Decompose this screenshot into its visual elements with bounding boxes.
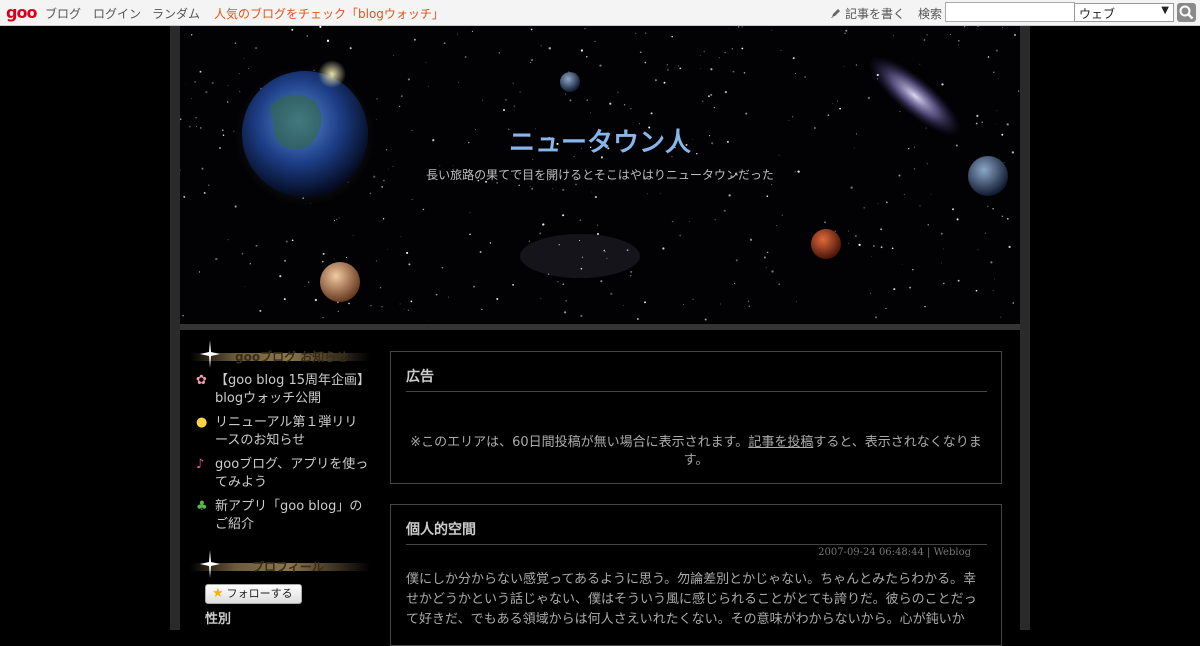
ad-text: ※このエリアは、60日間投稿が無い場合に表示されます。 — [410, 435, 749, 450]
nav-link-blog[interactable]: ブログ — [45, 5, 81, 22]
goo-logo[interactable]: goo — [6, 3, 37, 22]
post-entry: 個人的空間 2007-09-24 06:48:44 | Weblog 僕にしか分… — [390, 504, 1002, 646]
nav-link-login[interactable]: ログイン — [93, 5, 141, 22]
music-note-icon: ♪ — [196, 457, 205, 472]
ad-notice: ※このエリアは、60日間投稿が無い場合に表示されます。記事を投稿すると、表示され… — [406, 434, 986, 470]
blog-subtitle: 長い旅路の果てで目を開けるとそこはやはりニュータウンだった — [426, 168, 774, 182]
news-item[interactable]: ♪ gooブログ、アプリを使ってみよう — [190, 456, 370, 492]
sidebar: gooブログ お知らせ ✿ 【goo blog 15周年企画】blogウォッチ公開… — [190, 340, 370, 627]
ad-heading: 広告 — [406, 366, 987, 392]
blog-inner: ニュータウン人 長い旅路の果てで目を開けるとそこはやはりニュータウンだった go… — [180, 26, 1020, 646]
write-post-label: 記事を書く — [845, 7, 906, 21]
sidebar-heading-profile: プロフィール — [190, 550, 370, 578]
sparkle-icon — [200, 340, 220, 368]
sidebar-heading-news: gooブログ お知らせ — [190, 340, 370, 368]
nav-link-random[interactable]: ランダム — [152, 5, 200, 22]
header-divider — [180, 324, 1020, 330]
profile-field-gender: 性別 — [205, 612, 232, 627]
write-post-link[interactable]: 記事を書く — [830, 5, 905, 22]
sparkle-icon — [200, 550, 220, 578]
blog-container: ニュータウン人 長い旅路の果てで目を開けるとそこはやはりニュータウンだった go… — [170, 26, 1030, 646]
search-input[interactable] — [945, 2, 1075, 22]
search-button[interactable] — [1177, 3, 1196, 22]
star-icon: ★ — [212, 586, 224, 601]
pencil-icon — [831, 9, 840, 18]
news-item[interactable]: ♣ 新アプリ「goo blog」のご紹介 — [190, 498, 370, 534]
news-item-label: 新アプリ「goo blog」のご紹介 — [215, 499, 363, 532]
promo-link[interactable]: 人気のブログをチェック「blogウォッチ」 — [214, 5, 444, 22]
news-item[interactable]: ● リニューアル第１弾リリースのお知らせ — [190, 414, 370, 450]
blog-header: ニュータウン人 長い旅路の果てで目を開けるとそこはやはりニュータウンだった — [180, 26, 1020, 322]
chevron-down-icon: ▼ — [1161, 5, 1169, 16]
blog-title[interactable]: ニュータウン人 — [180, 122, 1020, 159]
follow-label: フォローする — [226, 587, 293, 600]
follow-button[interactable]: ★ フォローする — [205, 584, 302, 604]
ad-box: 広告 ※このエリアは、60日間投稿が無い場合に表示されます。記事を投稿すると、表… — [390, 351, 1002, 484]
search-scope-value: ウェブ — [1079, 7, 1116, 21]
news-item-label: リニューアル第１弾リリースのお知らせ — [215, 415, 358, 448]
goo-toolbar: goo ブログ ログイン ランダム 人気のブログをチェック「blogウォッチ」 … — [0, 0, 1200, 26]
clover-icon: ♣ — [196, 499, 208, 514]
post-title[interactable]: 個人的空間 — [406, 519, 987, 545]
post-meta: 2007-09-24 06:48:44 | Weblog — [818, 547, 971, 558]
search-label: 検索 — [918, 7, 943, 21]
post-article-link[interactable]: 記事を投稿 — [748, 435, 813, 450]
news-list: ✿ 【goo blog 15周年企画】blogウォッチ公開 ● リニューアル第１弾リ… — [190, 372, 370, 534]
search-scope-select[interactable]: ウェブ ▼ — [1074, 3, 1174, 22]
flower-icon: ✿ — [196, 373, 207, 388]
post-body: 僕にしか分からない感覚ってあるように思う。勿論差別とかじゃない。ちゃんとみたらわ… — [406, 572, 977, 627]
lightbulb-icon: ● — [196, 415, 208, 430]
search-icon — [1179, 5, 1194, 20]
sidebar-heading-label: プロフィール — [252, 560, 324, 574]
news-item-label: 【goo blog 15周年企画】blogウォッチ公開 — [215, 373, 364, 406]
sidebar-heading-label: gooブログ お知らせ — [235, 350, 349, 364]
news-item[interactable]: ✿ 【goo blog 15周年企画】blogウォッチ公開 — [190, 372, 370, 408]
news-item-label: gooブログ、アプリを使ってみよう — [215, 457, 369, 490]
